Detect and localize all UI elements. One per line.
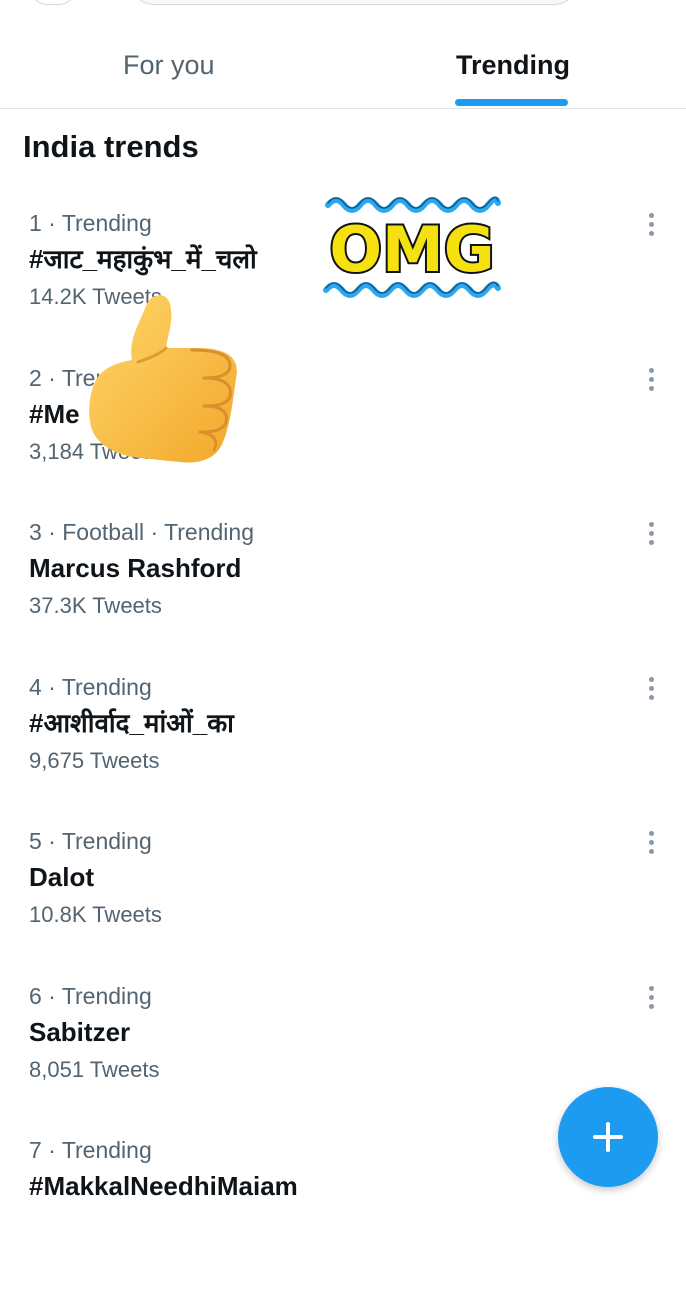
top-bar: For you Trending: [0, 0, 686, 109]
trend-meta: 5 · Trending: [29, 828, 152, 854]
trend-name: #जाट_महाकुंभ_में_चलो: [29, 244, 257, 274]
trend-count: 8,051 Tweets: [29, 1057, 160, 1082]
trend-item[interactable]: 5 · Trending Dalot 10.8K Tweets: [0, 827, 686, 981]
trend-item[interactable]: 3 · Football · Trending Marcus Rashford …: [0, 518, 686, 672]
trend-meta: 1 · Trending: [29, 210, 152, 236]
tab-trending[interactable]: Trending: [456, 48, 570, 82]
trend-meta: 3 · Football · Trending: [29, 519, 255, 545]
omg-sticker: OMG: [323, 196, 501, 298]
search-input[interactable]: [130, 0, 578, 5]
more-vertical-icon[interactable]: [636, 673, 666, 703]
trend-item[interactable]: 4 · Trending #आशीर्वाद_मांओं_का 9,675 Tw…: [0, 673, 686, 827]
trend-name: #Me: [29, 399, 80, 429]
trend-meta: 6 · Trending: [29, 983, 152, 1009]
more-vertical-icon[interactable]: [636, 518, 666, 548]
more-vertical-icon[interactable]: [636, 209, 666, 239]
trend-count: 10.8K Tweets: [29, 902, 162, 927]
trend-name: Sabitzer: [29, 1017, 131, 1047]
trend-name: Marcus Rashford: [29, 553, 242, 583]
more-vertical-icon[interactable]: [636, 827, 666, 857]
trend-name: #आशीर्वाद_मांओं_का: [29, 708, 234, 738]
tab-for-you[interactable]: For you: [123, 48, 215, 82]
trend-meta: 7 · Trending: [29, 1137, 152, 1163]
more-vertical-icon[interactable]: [636, 982, 666, 1012]
thumbs-up-icon: [89, 295, 237, 463]
section-title: India trends: [23, 129, 199, 164]
more-vertical-icon[interactable]: [636, 364, 666, 394]
compose-button[interactable]: [558, 1087, 658, 1187]
trend-count: 9,675 Tweets: [29, 748, 160, 773]
profile-avatar[interactable]: [30, 0, 76, 5]
trend-name: #MakkalNeedhiMaiam: [29, 1171, 298, 1201]
trend-count: 37.3K Tweets: [29, 593, 162, 618]
trend-name: Dalot: [29, 862, 94, 892]
plus-icon: [593, 1122, 623, 1152]
omg-text: OMG: [329, 213, 494, 286]
trend-meta: 4 · Trending: [29, 674, 152, 700]
tab-selected-indicator: [455, 99, 568, 106]
